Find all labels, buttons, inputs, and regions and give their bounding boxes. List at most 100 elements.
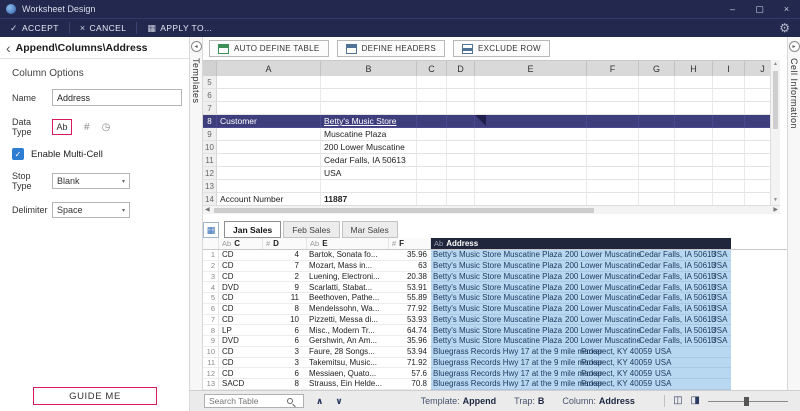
cell-I13[interactable] xyxy=(713,180,745,193)
column-header-c[interactable]: C xyxy=(417,61,447,76)
maximize-button[interactable]: ▢ xyxy=(746,0,773,18)
table-row-3[interactable]: 3CD2Luening, Electroni...20.38Betty's Mu… xyxy=(203,272,787,283)
cell-C6[interactable] xyxy=(417,89,447,102)
cell-H8[interactable] xyxy=(675,115,713,128)
search-input[interactable] xyxy=(205,396,287,406)
table-row-1[interactable]: 1CD4Bartok, Sonata fo...35.96Betty's Mus… xyxy=(203,250,787,261)
cell-G9[interactable] xyxy=(639,128,675,141)
cell-H10[interactable] xyxy=(675,141,713,154)
find-previous-button[interactable]: ∧ xyxy=(316,396,323,407)
column-header-h[interactable]: H xyxy=(675,61,713,76)
table-layout-icon[interactable]: ◫ xyxy=(673,396,682,406)
horizontal-scrollbar[interactable]: ◀ ▶ xyxy=(203,205,780,214)
cell-E11[interactable] xyxy=(475,154,587,167)
cell-B7[interactable] xyxy=(321,102,417,115)
cell-B12[interactable]: USA xyxy=(321,167,417,180)
table-row-12[interactable]: 12CD6Messiaen, Quato...57.6Bluegrass Rec… xyxy=(203,368,787,379)
cell-E12[interactable] xyxy=(475,167,587,180)
cell-H12[interactable] xyxy=(675,167,713,180)
define-headers-button[interactable]: DEFINE HEADERS xyxy=(337,40,445,57)
cell-B13[interactable] xyxy=(321,180,417,193)
cell-F14[interactable] xyxy=(587,193,639,205)
table-row-5[interactable]: 5CD11Beethoven, Pathe...55.89Betty's Mus… xyxy=(203,293,787,304)
cell-I7[interactable] xyxy=(713,102,745,115)
scroll-left-icon[interactable]: ◀ xyxy=(205,206,210,215)
scroll-up-icon[interactable]: ▲ xyxy=(771,60,780,69)
cell-C14[interactable] xyxy=(417,193,447,205)
exclude-row-button[interactable]: EXCLUDE ROW xyxy=(453,40,550,57)
cell-G10[interactable] xyxy=(639,141,675,154)
select-all-corner[interactable] xyxy=(203,61,217,76)
cell-B14[interactable]: 11887 xyxy=(321,193,417,205)
cell-B11[interactable]: Cedar Falls, IA 50613 xyxy=(321,154,417,167)
column-header-a[interactable]: A xyxy=(217,61,321,76)
cell-E13[interactable] xyxy=(475,180,587,193)
cell-A12[interactable] xyxy=(217,167,321,180)
table-row-7[interactable]: 7CD10Pizzetti, Messa di...53.93Betty's M… xyxy=(203,315,787,326)
row-header-10[interactable]: 10 xyxy=(203,141,217,154)
column-header-g[interactable]: G xyxy=(639,61,675,76)
cell-F12[interactable] xyxy=(587,167,639,180)
cell-A9[interactable] xyxy=(217,128,321,141)
column-header-address[interactable]: Ab Address xyxy=(431,238,731,249)
cell-D8[interactable] xyxy=(447,115,475,128)
cell-I12[interactable] xyxy=(713,167,745,180)
cell-D13[interactable] xyxy=(447,180,475,193)
row-header-14[interactable]: 14 xyxy=(203,193,217,205)
find-next-button[interactable]: ∨ xyxy=(335,396,342,407)
cell-A7[interactable] xyxy=(217,102,321,115)
row-header-12[interactable]: 12 xyxy=(203,167,217,180)
cell-D6[interactable] xyxy=(447,89,475,102)
column-header-e[interactable]: E xyxy=(475,61,587,76)
cell-I11[interactable] xyxy=(713,154,745,167)
cell-B9[interactable]: Muscatine Plaza xyxy=(321,128,417,141)
cell-I8[interactable] xyxy=(713,115,745,128)
templates-tab[interactable]: Templates xyxy=(191,58,201,104)
multi-cell-checkbox[interactable]: ✓ xyxy=(12,148,24,160)
cell-F11[interactable] xyxy=(587,154,639,167)
cell-J5[interactable] xyxy=(745,76,770,89)
table-row-2[interactable]: 2CD7Mozart, Mass in...63Betty's Music St… xyxy=(203,261,787,272)
cell-F7[interactable] xyxy=(587,102,639,115)
row-header-9[interactable]: 9 xyxy=(203,128,217,141)
cell-F5[interactable] xyxy=(587,76,639,89)
cell-H7[interactable] xyxy=(675,102,713,115)
cell-F8[interactable] xyxy=(587,115,639,128)
row-header-13[interactable]: 13 xyxy=(203,180,217,193)
row-header-5[interactable]: 5 xyxy=(203,76,217,89)
cell-J14[interactable] xyxy=(745,193,770,205)
column-header-c[interactable]: Ab C xyxy=(219,238,263,249)
cell-C5[interactable] xyxy=(417,76,447,89)
table-row-11[interactable]: 11CD3Takemitsu, Music...71.92Bluegrass R… xyxy=(203,358,787,369)
cell-F9[interactable] xyxy=(587,128,639,141)
table-view-button[interactable]: ▦ xyxy=(203,222,219,238)
scroll-right-icon[interactable]: ▶ xyxy=(773,206,778,215)
cell-J10[interactable] xyxy=(745,141,770,154)
cell-I6[interactable] xyxy=(713,89,745,102)
cell-G8[interactable] xyxy=(639,115,675,128)
cell-J6[interactable] xyxy=(745,89,770,102)
cell-F6[interactable] xyxy=(587,89,639,102)
scroll-down-icon[interactable]: ▼ xyxy=(771,196,780,205)
cell-D7[interactable] xyxy=(447,102,475,115)
cell-J9[interactable] xyxy=(745,128,770,141)
sheet-tab-jan-sales[interactable]: Jan Sales xyxy=(224,221,281,238)
split-view-icon[interactable]: ◨ xyxy=(691,396,700,406)
cell-C12[interactable] xyxy=(417,167,447,180)
column-header-f[interactable]: F xyxy=(587,61,639,76)
cell-F13[interactable] xyxy=(587,180,639,193)
cell-C13[interactable] xyxy=(417,180,447,193)
cell-D10[interactable] xyxy=(447,141,475,154)
cell-I5[interactable] xyxy=(713,76,745,89)
accept-button[interactable]: ✓ ACCEPT xyxy=(0,19,69,37)
column-header-i[interactable]: I xyxy=(713,61,745,76)
cell-J7[interactable] xyxy=(745,102,770,115)
column-header-d[interactable]: # D xyxy=(263,238,307,249)
cell-G6[interactable] xyxy=(639,89,675,102)
cell-F10[interactable] xyxy=(587,141,639,154)
cell-H13[interactable] xyxy=(675,180,713,193)
vertical-scroll-thumb[interactable] xyxy=(773,71,778,129)
column-header-d[interactable]: D xyxy=(447,61,475,76)
table-row-6[interactable]: 6CD8Mendelssohn, Wa...77.92Betty's Music… xyxy=(203,304,787,315)
numeric-type-button[interactable]: # xyxy=(84,122,90,133)
